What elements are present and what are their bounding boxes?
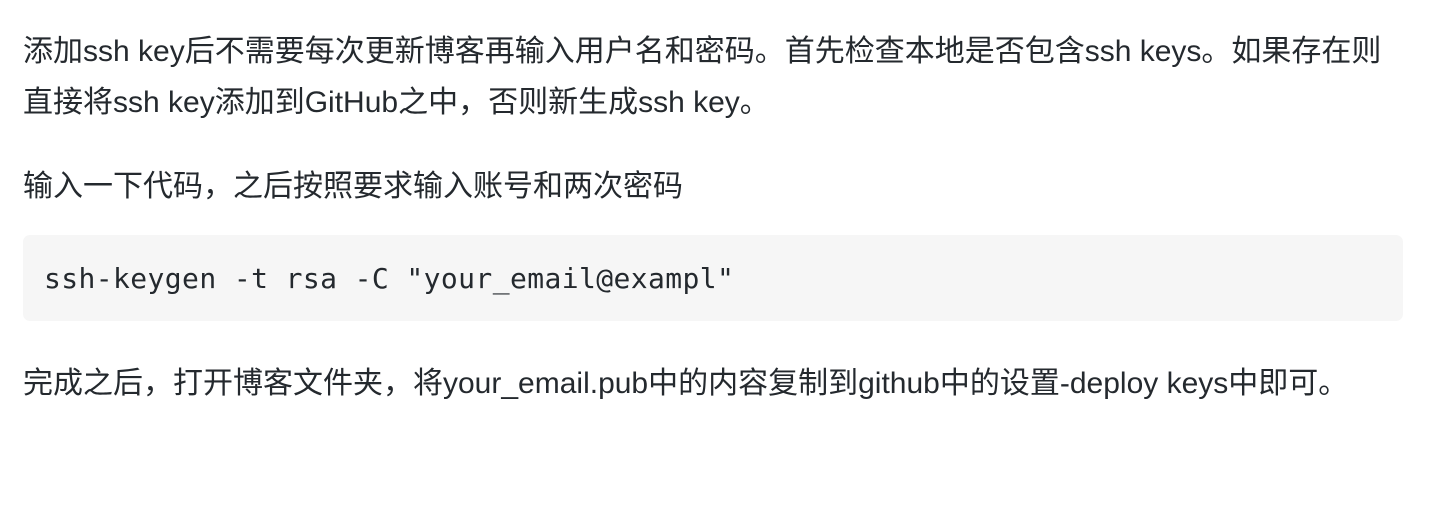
final-paragraph: 完成之后，打开博客文件夹，将your_email.pub中的内容复制到githu… (23, 367, 1349, 400)
instruction-paragraph: 输入一下代码，之后按照要求输入账号和两次密码 (23, 170, 683, 203)
intro-paragraph: 添加ssh key后不需要每次更新博客再输入用户名和密码。首先检查本地是否包含s… (23, 35, 1382, 119)
article-body: 添加ssh key后不需要每次更新博客再输入用户名和密码。首先检查本地是否包含s… (23, 26, 1403, 442)
code-text[interactable]: ssh-keygen -t rsa -C "your_email@exampl" (44, 253, 734, 304)
code-block[interactable]: ssh-keygen -t rsa -C "your_email@exampl" (23, 235, 1403, 321)
